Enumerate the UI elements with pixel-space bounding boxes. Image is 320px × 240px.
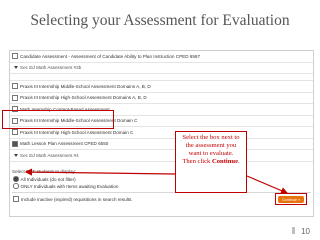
assessment-label: Praxis III Internship Middle-School Asse… [20, 83, 151, 89]
callout-line: want to evaluate. [188, 150, 234, 157]
assessment-sub-row[interactable]: Sec Ed Math Assessment #3b [10, 63, 313, 74]
filter-option-awaiting[interactable]: ONLY Individuals with Items awaiting Eva… [10, 183, 313, 190]
filter-option-label: All Individuals (do not filter) [20, 176, 76, 182]
page-number: 10 [301, 227, 310, 236]
callout-line: Then click Continue. [182, 158, 240, 165]
assessment-sub-label: Sec Ed Math Assessment #4 [20, 152, 79, 158]
assessment-row[interactable]: Praxis III Internship Middle-School Asse… [10, 81, 313, 93]
include-inactive-checkbox[interactable] [13, 196, 19, 202]
filter-label: Select DRF students to display: [12, 168, 77, 174]
slide-title: Selecting your Assessment for Evaluation [30, 12, 290, 29]
selection-highlight-box [2, 110, 114, 129]
expand-triangle-icon[interactable] [14, 66, 18, 70]
assessment-label: Praxis III Internship High-School Assess… [20, 95, 147, 101]
continue-button[interactable]: Continue » [278, 196, 304, 203]
assessment-checkbox[interactable] [12, 53, 18, 60]
expand-triangle-icon[interactable] [14, 153, 18, 157]
radio-button[interactable] [13, 183, 19, 189]
callout-line: Select the box next to [182, 134, 240, 141]
footer-bar-decoration [292, 227, 295, 234]
radio-button-selected[interactable] [13, 176, 19, 182]
instruction-callout: Select the box next to the assessment yo… [175, 131, 247, 193]
callout-line: the assessment you [185, 142, 237, 149]
assessment-checkbox[interactable] [12, 129, 18, 136]
assessment-checkbox[interactable] [12, 94, 18, 101]
assessment-sub-row-blank [10, 74, 313, 81]
assessment-label: Candidate Assessment - Assessment of Can… [20, 53, 201, 59]
assessment-row[interactable]: Candidate Assessment - Assessment of Can… [10, 51, 313, 63]
assessment-sub-label: Sec Ed Math Assessment #3b [20, 65, 82, 71]
assessment-checkbox-checked[interactable] [12, 140, 18, 147]
include-inactive-option[interactable]: Include inactive (expired) requisitions … [10, 196, 313, 203]
include-inactive-label: Include inactive (expired) requisitions … [21, 196, 133, 202]
assessment-checkbox[interactable] [12, 83, 18, 90]
assessment-row[interactable]: Praxis III Internship High-School Assess… [10, 93, 313, 104]
assessment-sub-row[interactable]: Sec Ed Math Assessment #4 [10, 150, 313, 162]
assessment-selection-panel: Candidate Assessment - Assessment of Can… [9, 50, 314, 217]
filter-option-all[interactable]: All Individuals (do not filter) [10, 176, 313, 183]
assessment-label: Praxis III Internship High-School Assess… [20, 129, 134, 135]
assessment-label: Math Lesson Plan Assessment CPED 6550 [20, 141, 109, 147]
filter-option-label: ONLY Individuals with Items awaiting Eva… [20, 183, 119, 189]
assessment-row-selected[interactable]: Math Lesson Plan Assessment CPED 6550 [10, 139, 313, 150]
divider [12, 191, 311, 193]
